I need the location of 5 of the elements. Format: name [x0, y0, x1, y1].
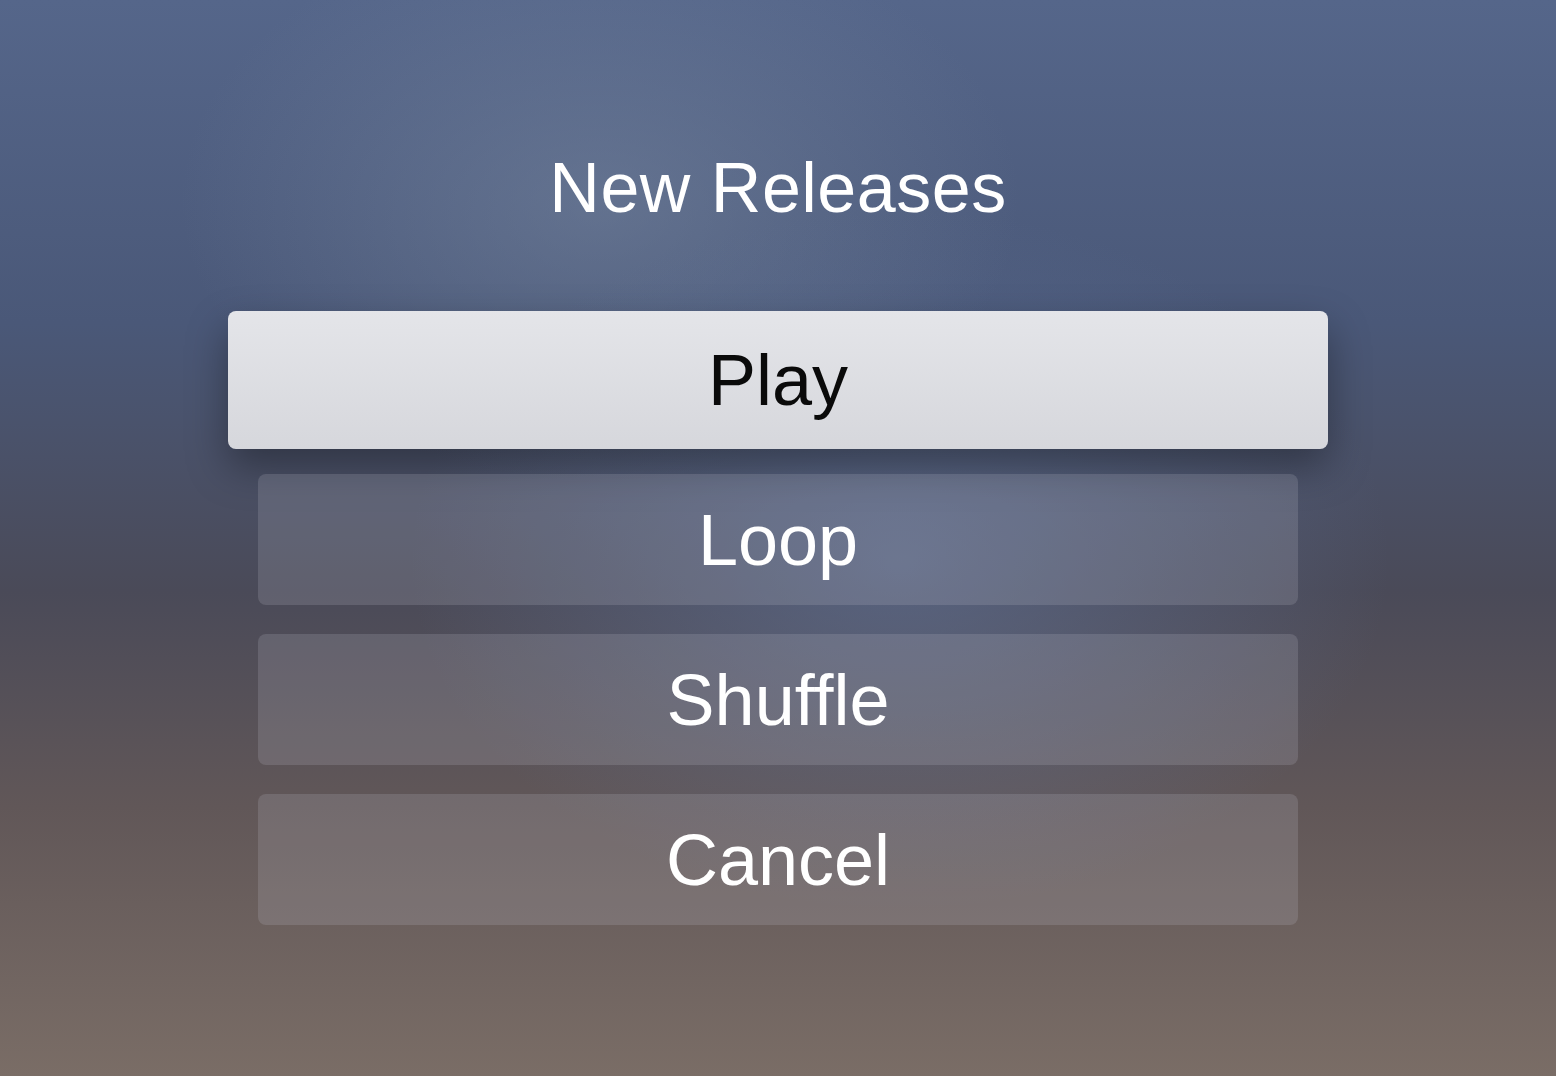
menu-option[interactable]: Cancel [258, 794, 1298, 925]
menu-option[interactable]: Loop [258, 474, 1298, 605]
menu-title: New Releases [549, 150, 1007, 226]
menu-option[interactable]: Shuffle [258, 634, 1298, 765]
menu-option[interactable]: Play [228, 311, 1328, 449]
